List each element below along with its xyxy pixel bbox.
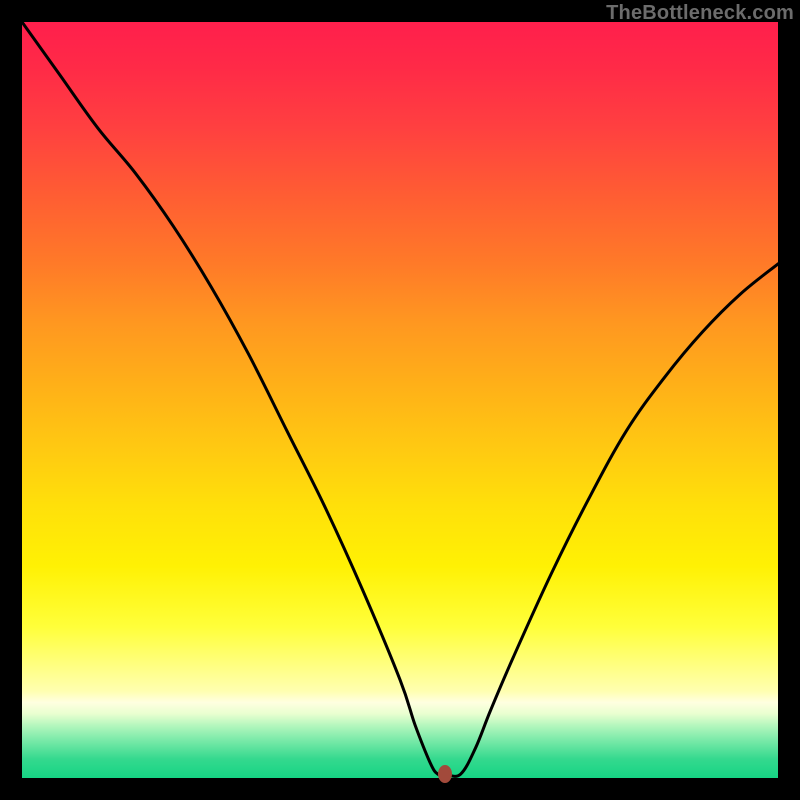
optimal-point-marker: [438, 765, 452, 783]
bottleneck-curve: [22, 22, 778, 778]
chart-frame: TheBottleneck.com: [0, 0, 800, 800]
plot-area: [22, 22, 778, 778]
